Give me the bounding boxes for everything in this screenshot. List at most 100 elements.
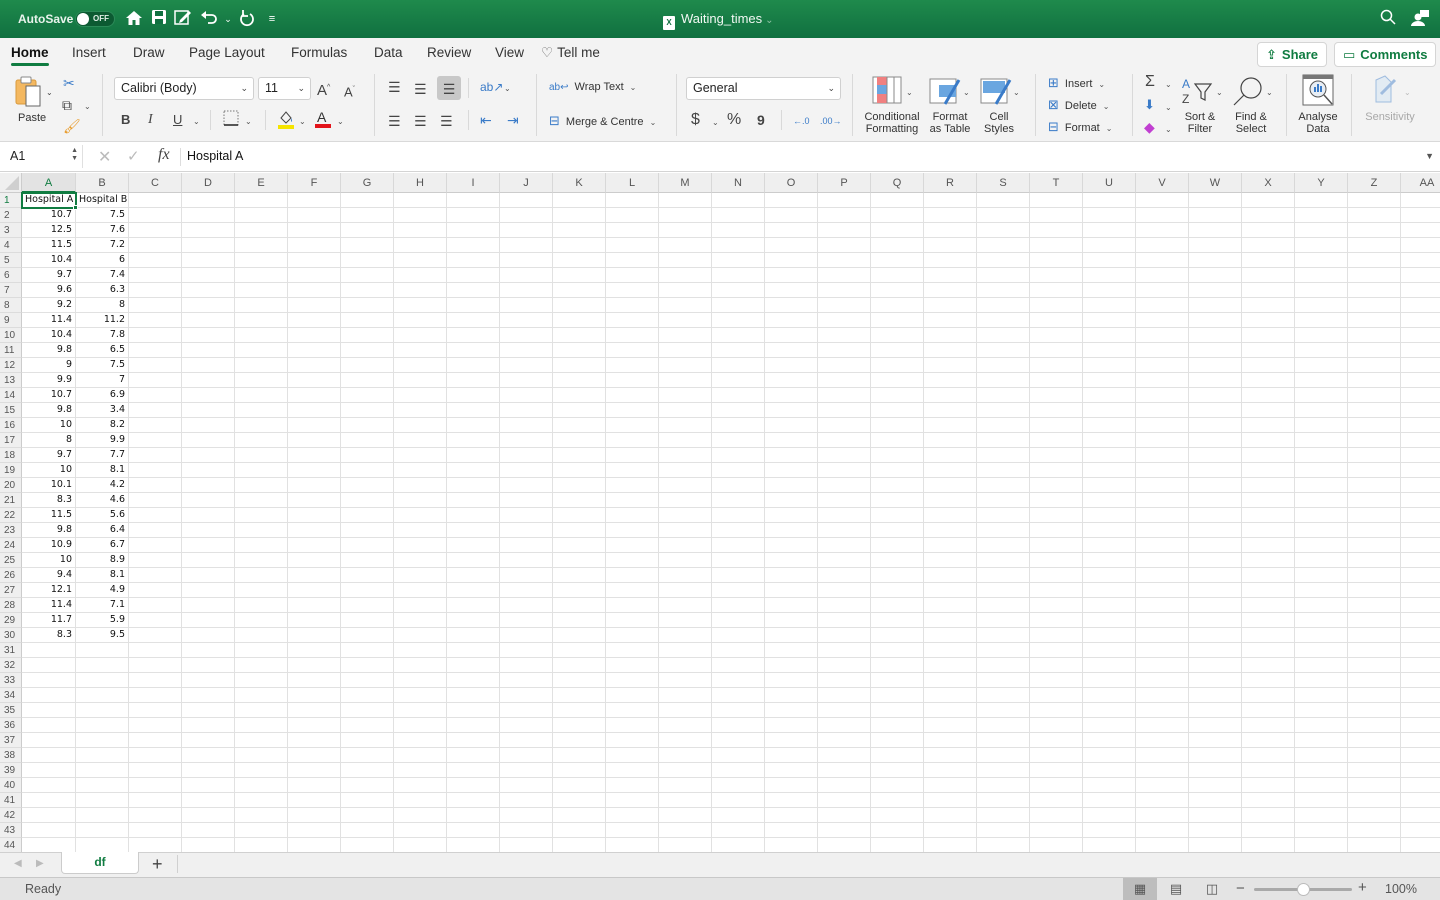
cell-p31[interactable] xyxy=(818,643,871,658)
cell-k41[interactable] xyxy=(553,793,606,808)
cell-w11[interactable] xyxy=(1189,343,1242,358)
cell-d31[interactable] xyxy=(182,643,235,658)
cell-n37[interactable] xyxy=(712,733,765,748)
cell-e34[interactable] xyxy=(235,688,288,703)
cell-y7[interactable] xyxy=(1295,283,1348,298)
cell-y30[interactable] xyxy=(1295,628,1348,643)
cell-u5[interactable] xyxy=(1083,253,1136,268)
column-header-i[interactable]: I xyxy=(447,173,500,193)
cell-b40[interactable] xyxy=(76,778,129,793)
cell-q23[interactable] xyxy=(871,523,924,538)
cell-x43[interactable] xyxy=(1242,823,1295,838)
cell-n27[interactable] xyxy=(712,583,765,598)
cell-a9[interactable]: 11.4 xyxy=(22,313,76,328)
conditional-formatting-dropdown-icon[interactable]: ⌄ xyxy=(906,84,913,102)
cell-c44[interactable] xyxy=(129,838,182,852)
cell-k35[interactable] xyxy=(553,703,606,718)
cell-aa32[interactable] xyxy=(1401,658,1440,673)
cell-q11[interactable] xyxy=(871,343,924,358)
cell-l24[interactable] xyxy=(606,538,659,553)
cell-g13[interactable] xyxy=(341,373,394,388)
cell-o9[interactable] xyxy=(765,313,818,328)
cell-w10[interactable] xyxy=(1189,328,1242,343)
cell-z4[interactable] xyxy=(1348,238,1401,253)
cell-u21[interactable] xyxy=(1083,493,1136,508)
cell-e38[interactable] xyxy=(235,748,288,763)
cell-y42[interactable] xyxy=(1295,808,1348,823)
cell-b24[interactable]: 6.7 xyxy=(76,538,129,553)
cell-o40[interactable] xyxy=(765,778,818,793)
cell-r15[interactable] xyxy=(924,403,977,418)
cell-a13[interactable]: 9.9 xyxy=(22,373,76,388)
cell-x3[interactable] xyxy=(1242,223,1295,238)
cell-g41[interactable] xyxy=(341,793,394,808)
cell-a41[interactable] xyxy=(22,793,76,808)
customize-toolbar-icon[interactable]: ≡ xyxy=(262,9,282,29)
bold-button[interactable]: B xyxy=(121,111,130,129)
row-header-23[interactable]: 23 xyxy=(0,523,22,538)
cell-h18[interactable] xyxy=(394,448,447,463)
cell-f10[interactable] xyxy=(288,328,341,343)
cell-e36[interactable] xyxy=(235,718,288,733)
cell-n40[interactable] xyxy=(712,778,765,793)
cell-e8[interactable] xyxy=(235,298,288,313)
cell-p7[interactable] xyxy=(818,283,871,298)
cell-u15[interactable] xyxy=(1083,403,1136,418)
cell-y17[interactable] xyxy=(1295,433,1348,448)
cell-s23[interactable] xyxy=(977,523,1030,538)
add-sheet-button[interactable]: + xyxy=(152,854,163,875)
cell-o37[interactable] xyxy=(765,733,818,748)
cell-u1[interactable] xyxy=(1083,193,1136,208)
cell-w22[interactable] xyxy=(1189,508,1242,523)
cell-k24[interactable] xyxy=(553,538,606,553)
cell-e40[interactable] xyxy=(235,778,288,793)
cell-aa26[interactable] xyxy=(1401,568,1440,583)
cell-f8[interactable] xyxy=(288,298,341,313)
cell-m4[interactable] xyxy=(659,238,712,253)
cell-n10[interactable] xyxy=(712,328,765,343)
decrease-decimal-icon[interactable]: .00→ xyxy=(820,112,842,130)
cell-t39[interactable] xyxy=(1030,763,1083,778)
cell-t27[interactable] xyxy=(1030,583,1083,598)
cell-q3[interactable] xyxy=(871,223,924,238)
cell-h28[interactable] xyxy=(394,598,447,613)
cell-v18[interactable] xyxy=(1136,448,1189,463)
cell-p20[interactable] xyxy=(818,478,871,493)
cell-z28[interactable] xyxy=(1348,598,1401,613)
cell-l3[interactable] xyxy=(606,223,659,238)
cell-h17[interactable] xyxy=(394,433,447,448)
cell-t6[interactable] xyxy=(1030,268,1083,283)
cell-y6[interactable] xyxy=(1295,268,1348,283)
cell-n4[interactable] xyxy=(712,238,765,253)
cell-g25[interactable] xyxy=(341,553,394,568)
row-header-13[interactable]: 13 xyxy=(0,373,22,388)
cell-b10[interactable]: 7.8 xyxy=(76,328,129,343)
cell-v16[interactable] xyxy=(1136,418,1189,433)
cell-k16[interactable] xyxy=(553,418,606,433)
cell-e37[interactable] xyxy=(235,733,288,748)
cell-f35[interactable] xyxy=(288,703,341,718)
cell-g4[interactable] xyxy=(341,238,394,253)
cell-z20[interactable] xyxy=(1348,478,1401,493)
cell-p38[interactable] xyxy=(818,748,871,763)
cell-i24[interactable] xyxy=(447,538,500,553)
cell-p30[interactable] xyxy=(818,628,871,643)
cell-u37[interactable] xyxy=(1083,733,1136,748)
cell-l16[interactable] xyxy=(606,418,659,433)
cell-o25[interactable] xyxy=(765,553,818,568)
cell-h39[interactable] xyxy=(394,763,447,778)
cell-c28[interactable] xyxy=(129,598,182,613)
row-header-43[interactable]: 43 xyxy=(0,823,22,838)
cell-q20[interactable] xyxy=(871,478,924,493)
cell-d7[interactable] xyxy=(182,283,235,298)
cell-v12[interactable] xyxy=(1136,358,1189,373)
zoom-in-button[interactable]: + xyxy=(1358,879,1367,896)
cell-l32[interactable] xyxy=(606,658,659,673)
cell-z26[interactable] xyxy=(1348,568,1401,583)
cell-i22[interactable] xyxy=(447,508,500,523)
row-header-24[interactable]: 24 xyxy=(0,538,22,553)
cell-j22[interactable] xyxy=(500,508,553,523)
cell-s1[interactable] xyxy=(977,193,1030,208)
cell-u34[interactable] xyxy=(1083,688,1136,703)
cell-d38[interactable] xyxy=(182,748,235,763)
